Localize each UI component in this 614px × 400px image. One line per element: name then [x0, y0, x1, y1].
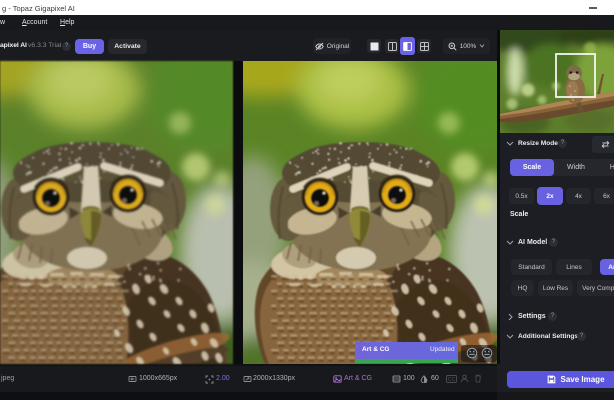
svg-text:CC: CC [448, 377, 456, 383]
